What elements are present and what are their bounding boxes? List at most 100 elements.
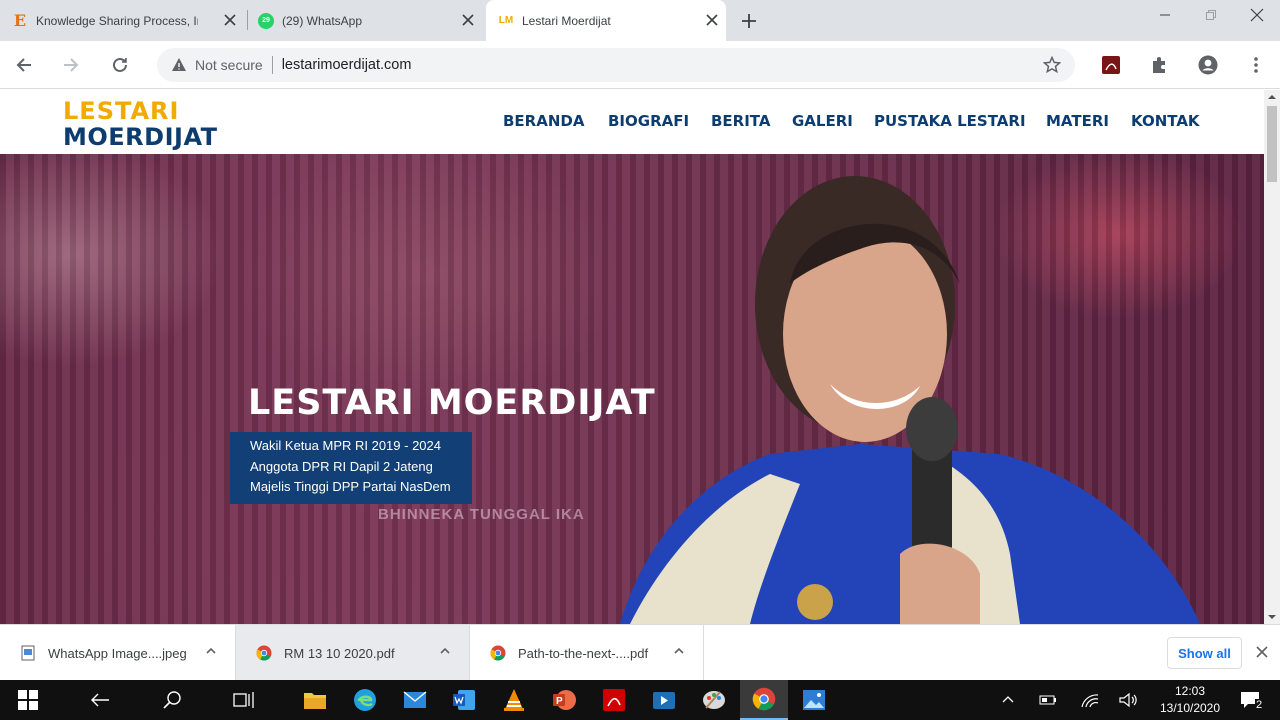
close-icon[interactable] bbox=[1253, 643, 1271, 661]
show-all-downloads-button[interactable]: Show all bbox=[1167, 637, 1242, 669]
arrow-left-icon bbox=[16, 58, 31, 72]
action-center-button[interactable]: 2 bbox=[1226, 680, 1274, 720]
close-window-button[interactable] bbox=[1234, 0, 1280, 30]
nav-beranda[interactable]: BERANDA bbox=[503, 112, 584, 130]
chrome-icon bbox=[752, 687, 776, 711]
hero-line: Anggota DPR RI Dapil 2 Jateng bbox=[250, 458, 433, 474]
warning-icon[interactable] bbox=[171, 57, 187, 73]
chevron-up-icon[interactable] bbox=[673, 645, 685, 657]
arrow-left-icon bbox=[91, 693, 109, 707]
nav-kontak[interactable]: KONTAK bbox=[1131, 112, 1200, 130]
image-file-icon bbox=[21, 645, 35, 661]
close-tab-icon[interactable] bbox=[704, 12, 720, 28]
taskbar-paint[interactable] bbox=[690, 680, 738, 720]
taskbar-edge[interactable] bbox=[341, 680, 389, 720]
windows-taskbar: P 12:03 13/10/2020 2 bbox=[0, 680, 1280, 720]
star-icon[interactable] bbox=[1043, 56, 1061, 74]
taskbar-acrobat[interactable] bbox=[590, 680, 638, 720]
task-view-button[interactable] bbox=[220, 680, 268, 720]
download-filename: RM 13 10 2020.pdf bbox=[284, 645, 395, 661]
minimize-button[interactable] bbox=[1142, 0, 1188, 30]
volume-indicator[interactable] bbox=[1104, 680, 1152, 720]
taskbar-search-button[interactable] bbox=[148, 680, 196, 720]
back-button[interactable] bbox=[10, 51, 38, 79]
system-clock[interactable]: 12:03 13/10/2020 bbox=[1150, 683, 1230, 717]
nav-galeri[interactable]: GALERI bbox=[792, 112, 853, 130]
vlc-icon bbox=[504, 689, 524, 711]
download-item[interactable]: Path-to-the-next-....pdf bbox=[470, 625, 704, 681]
chevron-up-icon[interactable] bbox=[205, 645, 217, 657]
download-item[interactable]: RM 13 10 2020.pdf bbox=[236, 625, 470, 681]
scrollbar-thumb[interactable] bbox=[1267, 106, 1277, 182]
hero-banner: BHINNEKA TUNGGAL IKA LESTARI MOERDIJAT W… bbox=[0, 154, 1264, 624]
chrome-icon bbox=[256, 645, 272, 661]
tab-title: Lestari Moerdijat bbox=[522, 13, 611, 28]
puzzle-icon bbox=[1153, 57, 1165, 73]
restore-icon bbox=[1206, 10, 1216, 20]
nav-pustaka-lestari[interactable]: PUSTAKA LESTARI bbox=[874, 112, 1026, 130]
close-icon bbox=[1250, 8, 1264, 22]
chrome-icon bbox=[490, 645, 506, 661]
pdf-extension-button[interactable] bbox=[1097, 51, 1125, 79]
tab-lestari-moerdijat[interactable]: LM Lestari Moerdijat bbox=[486, 0, 726, 41]
speaker-icon bbox=[1119, 692, 1137, 708]
tab-favicon: E bbox=[13, 11, 27, 30]
chevron-up-icon[interactable] bbox=[439, 645, 451, 657]
tab-title: (29) WhatsApp bbox=[282, 13, 363, 28]
reload-button[interactable] bbox=[106, 51, 134, 79]
browser-tab-strip: E Knowledge Sharing Process, In 29 (29) … bbox=[0, 0, 1280, 41]
taskbar-video-editor[interactable] bbox=[640, 680, 688, 720]
edge-icon bbox=[354, 689, 376, 711]
acrobat-icon bbox=[1102, 56, 1120, 74]
taskbar-mail[interactable] bbox=[391, 680, 439, 720]
url-text[interactable]: lestarimoerdijat.com bbox=[282, 57, 412, 73]
close-tab-icon[interactable] bbox=[222, 12, 238, 28]
download-filename: WhatsApp Image....jpeg bbox=[48, 645, 187, 661]
taskbar-file-explorer[interactable] bbox=[291, 680, 339, 720]
video-icon bbox=[653, 692, 675, 709]
hero-motto: BHINNEKA TUNGGAL IKA bbox=[378, 506, 585, 523]
tab-whatsapp[interactable]: 29 (29) WhatsApp bbox=[258, 0, 482, 41]
address-bar[interactable]: Not secure lestarimoerdijat.com bbox=[157, 48, 1075, 82]
minimize-icon bbox=[1160, 14, 1170, 16]
hero-title: LESTARI MOERDIJAT bbox=[248, 383, 656, 423]
clock-time: 12:03 bbox=[1174, 684, 1206, 698]
taskbar-word[interactable] bbox=[440, 680, 488, 720]
scroll-down-icon[interactable] bbox=[1264, 610, 1280, 624]
mail-icon bbox=[403, 691, 427, 708]
restore-button[interactable] bbox=[1188, 0, 1234, 30]
scroll-up-icon[interactable] bbox=[1264, 90, 1280, 104]
taskbar-back-button[interactable] bbox=[76, 680, 124, 720]
taskbar-powerpoint[interactable]: P bbox=[540, 680, 588, 720]
folder-icon bbox=[304, 693, 326, 709]
nav-biografi[interactable]: BIOGRAFI bbox=[608, 112, 689, 130]
nav-materi[interactable]: MATERI bbox=[1046, 112, 1109, 130]
nav-berita[interactable]: BERITA bbox=[711, 112, 771, 130]
portrait-image bbox=[620, 176, 1200, 624]
profile-button[interactable] bbox=[1194, 51, 1222, 79]
taskbar-vlc[interactable] bbox=[490, 680, 538, 720]
close-tab-icon[interactable] bbox=[460, 12, 476, 28]
extensions-button[interactable] bbox=[1146, 51, 1174, 79]
word-icon bbox=[453, 690, 475, 710]
account-icon bbox=[1198, 55, 1218, 75]
reload-icon bbox=[113, 57, 127, 72]
taskbar-chrome[interactable] bbox=[740, 680, 788, 720]
download-item[interactable]: WhatsApp Image....jpeg bbox=[0, 625, 236, 681]
acrobat-icon bbox=[603, 689, 625, 711]
security-status[interactable]: Not secure bbox=[195, 57, 263, 73]
taskbar-photos[interactable] bbox=[790, 680, 838, 720]
chevron-up-icon bbox=[1002, 696, 1014, 703]
forward-button[interactable] bbox=[57, 51, 85, 79]
powerpoint-icon: P bbox=[553, 690, 576, 710]
battery-indicator[interactable] bbox=[1024, 680, 1072, 720]
tab-knowledge-sharing[interactable]: E Knowledge Sharing Process, In bbox=[12, 0, 244, 41]
omnibox-separator bbox=[271, 56, 273, 74]
new-tab-button[interactable] bbox=[735, 6, 763, 36]
main-nav: BERANDA BIOGRAFI BERITA GALERI PUSTAKA L… bbox=[0, 112, 1264, 132]
page-scrollbar[interactable] bbox=[1264, 90, 1280, 624]
menu-button[interactable] bbox=[1242, 51, 1270, 79]
tab-separator bbox=[247, 10, 248, 30]
start-button[interactable] bbox=[4, 680, 52, 720]
browser-toolbar: Not secure lestarimoerdijat.com bbox=[0, 41, 1280, 89]
